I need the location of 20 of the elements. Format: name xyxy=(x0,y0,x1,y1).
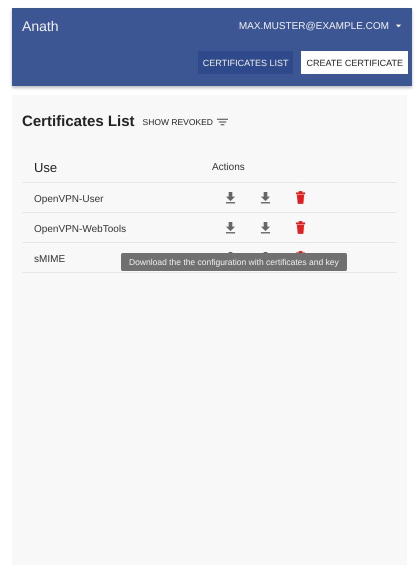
delete-icon[interactable] xyxy=(295,191,306,204)
tooltip: Download the the configuration with certificates and key xyxy=(121,253,347,271)
nav-button[interactable]: CERTIFICATES LIST xyxy=(198,51,294,74)
app-title: Anath xyxy=(22,18,59,34)
filter-icon xyxy=(216,118,228,126)
download-icon[interactable] xyxy=(225,221,236,234)
page-title: Certificates List xyxy=(22,113,135,130)
caret-icon xyxy=(395,24,402,28)
delete-icon[interactable] xyxy=(295,221,306,234)
filter-button[interactable]: SHOW REVOKED xyxy=(142,116,228,126)
column-header: Actions xyxy=(212,162,245,172)
table-cell: OpenVPN-WebTools xyxy=(34,224,126,234)
nav-button[interactable]: CREATE CERTIFICATE xyxy=(301,51,408,74)
download-icon[interactable] xyxy=(260,221,271,234)
download-icon[interactable] xyxy=(225,191,236,204)
table-cell: OpenVPN-User xyxy=(34,194,104,204)
user-menu[interactable]: MAX.MUSTER@EXAMPLE.COM xyxy=(232,20,408,32)
download-icon[interactable] xyxy=(260,191,271,204)
table-cell: sMIME xyxy=(34,254,66,264)
column-header: Use xyxy=(33,160,58,174)
